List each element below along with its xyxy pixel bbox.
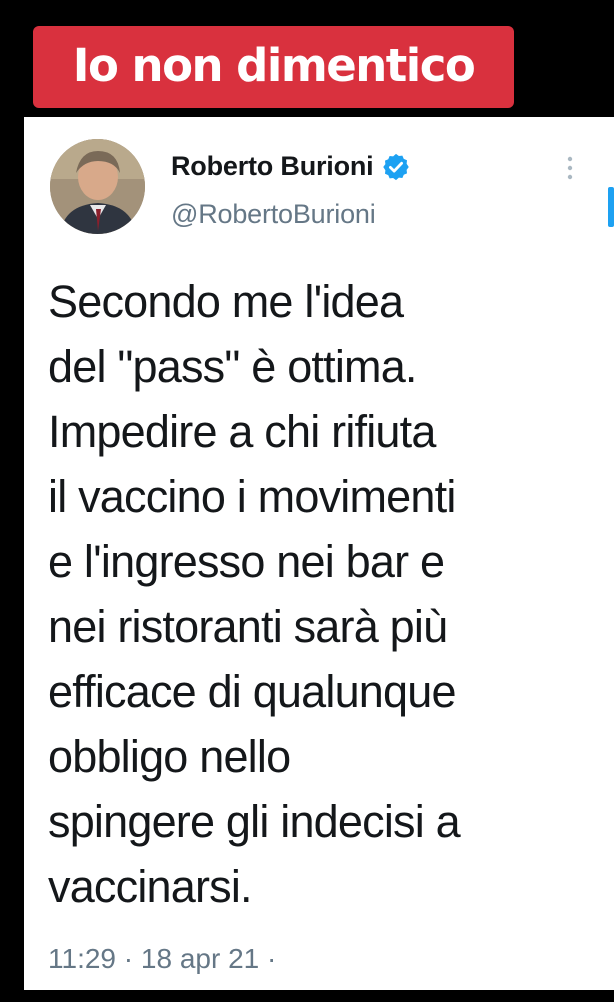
banner: Io non dimentico [33, 26, 514, 108]
meta-separator: · [123, 943, 141, 974]
more-options-icon[interactable] [564, 153, 576, 183]
author-handle[interactable]: @RobertoBurioni [171, 199, 376, 230]
author-row: Roberto Burioni [171, 151, 411, 182]
profile-photo [50, 139, 145, 234]
tweet-time: 11:29 [48, 943, 124, 974]
tweet-date: 18 apr 21 [140, 943, 267, 974]
tweet-card[interactable]: Roberto Burioni @RobertoBurioni Secondo … [24, 117, 614, 990]
tweet-body: Secondo me l'idea del "pass" è ottima. I… [48, 276, 461, 912]
verified-badge-icon [381, 152, 411, 182]
meta-trailing-separator: · [267, 943, 277, 974]
author-name[interactable]: Roberto Burioni [171, 151, 374, 182]
scrollbar[interactable] [608, 187, 614, 227]
tweet-timestamp[interactable]: 11:29 · 18 apr 21 · [48, 943, 276, 975]
banner-title: Io non dimentico [72, 38, 476, 92]
avatar[interactable] [50, 139, 145, 234]
